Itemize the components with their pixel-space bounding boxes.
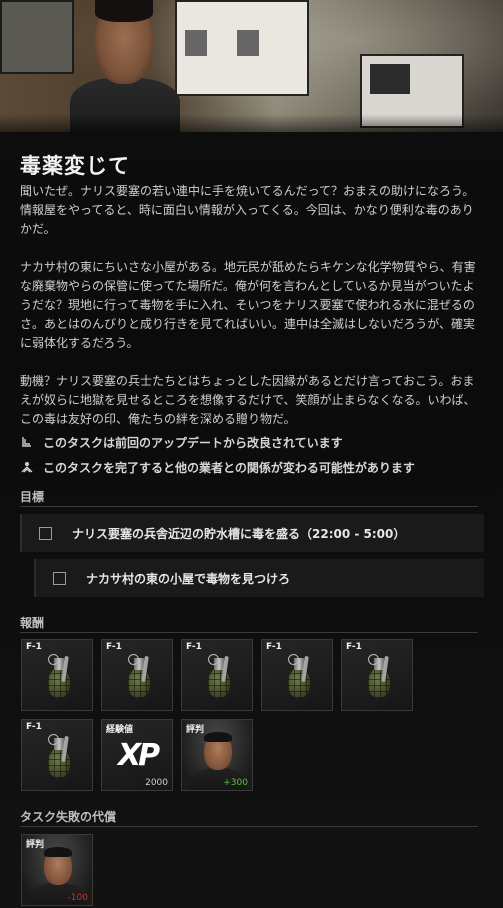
item-label: F-1 [266,642,282,652]
xp-icon: XP [112,738,164,773]
reward-item-f1-grenade[interactable]: F-1 [21,719,93,791]
reward-item-reputation[interactable]: 評判 +300 [181,719,253,791]
grenade-icon [46,734,72,780]
relationship-note: このタスクを完了すると他の業者との関係が変わる可能性があります [20,459,415,476]
item-label: F-1 [26,642,42,652]
objective-checkbox[interactable] [39,526,52,540]
wall-photo [0,0,74,74]
item-label: F-1 [346,642,362,652]
item-label: 評判 [26,840,45,850]
description-paragraph: 聞いたぜ。ナリス要塞の若い連中に手を焼いてるんだって？おまえの助けになろう。情報… [20,184,475,236]
trader-portrait [70,0,180,132]
item-label: F-1 [106,642,122,652]
xp-logo: XP [118,738,160,773]
task-description: 聞いたぜ。ナリス要塞の若い連中に手を焼いてるんだって？おまえの助けになろう。情報… [20,182,485,448]
grenade-icon [286,654,312,700]
trader-banner-image [0,0,503,132]
reward-item-experience[interactable]: 経験値 XP 2000 [101,719,173,791]
objective-item[interactable]: ナカサ村の東の小屋で毒物を見つけろ [34,559,484,597]
divider [20,826,478,827]
grenade-icon [366,654,392,700]
item-label: 経験値 [106,725,134,735]
grenade-icon [46,654,72,700]
reward-item-f1-grenade[interactable]: F-1 [341,639,413,711]
divider [20,632,478,633]
item-label: 評判 [186,725,205,735]
objectives-heading: 目標 [20,490,45,504]
grenade-icon [126,654,152,700]
description-paragraph: 動機？ナリス要塞の兵士たちとはちょっとした因縁があるとだけ言っておこう。おまえが… [20,374,476,426]
relationship-icon [20,461,34,475]
item-count: 2000 [145,778,168,788]
task-panel: 毒薬変じて 聞いたぜ。ナリス要塞の若い連中に手を焼いてるんだって？おまえの助けに… [0,0,503,908]
item-count: +300 [223,778,248,788]
grenade-icon [206,654,232,700]
wall-poster [175,0,309,96]
reward-item-f1-grenade[interactable]: F-1 [21,639,93,711]
rewards-heading: 報酬 [20,616,45,630]
divider [20,506,478,507]
note-text: このタスクを完了すると他の業者との関係が変わる可能性があります [43,461,415,475]
objective-checkbox[interactable] [53,571,66,585]
description-paragraph: ナカサ村の東にちいさな小屋がある。地元民が舐めたらキケンな化学物質やら、有害な廃… [20,260,476,350]
item-label: F-1 [186,642,202,652]
update-icon [20,436,34,450]
item-label: F-1 [26,722,42,732]
objective-text: ナリス要塞の兵舎近辺の貯水槽に毒を盛る（22:00 - 5:00） [72,526,406,541]
penalty-item-reputation[interactable]: 評判 -100 [21,834,93,906]
note-text: このタスクは前回のアップデートから改良されています [43,436,343,450]
reward-item-f1-grenade[interactable]: F-1 [101,639,173,711]
item-count: -100 [67,893,88,903]
task-title: 毒薬変じて [20,154,130,178]
failure-penalty-heading: タスク失敗の代償 [20,810,117,824]
objective-text: ナカサ村の東の小屋で毒物を見つけろ [86,571,291,586]
objective-item[interactable]: ナリス要塞の兵舎近辺の貯水槽に毒を盛る（22:00 - 5:00） [20,514,484,552]
task-updated-note: このタスクは前回のアップデートから改良されています [20,434,343,451]
reward-item-f1-grenade[interactable]: F-1 [181,639,253,711]
reward-item-f1-grenade[interactable]: F-1 [261,639,333,711]
